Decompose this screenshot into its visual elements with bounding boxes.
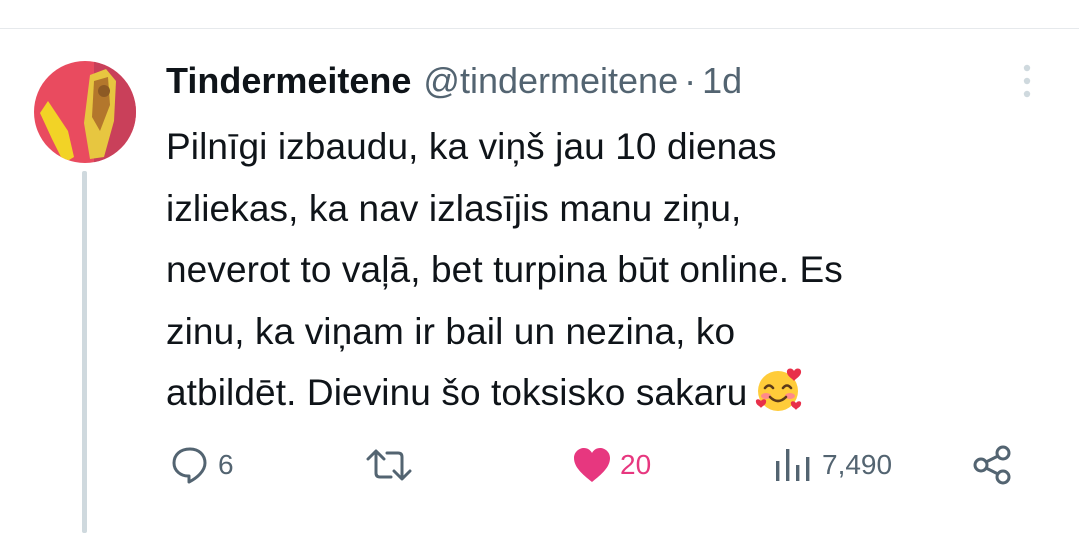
tweet-text-line: Pilnīgi izbaudu, ka viņš jau 10 dienas [166,126,777,167]
reply-icon [172,447,207,484]
tweet-text-line-last: atbildēt. Dievinu šo toksisko sakaru [166,362,1046,432]
retweet-button[interactable] [366,440,420,490]
heart-icon [574,448,610,482]
tweet-text-line: neverot to vaļā, bet turpina būt online.… [166,249,843,290]
tweet-text-line: izliekas, ka nav izlasījis manu ziņu, [166,187,742,229]
share-icon [973,445,1011,485]
smiling-face-with-hearts-icon [754,367,804,432]
display-name[interactable]: Tindermeitene [166,60,411,102]
views-count: 7,490 [822,449,893,480]
reply-button[interactable]: 6 [170,440,234,490]
views-button[interactable]: 7,490 [774,440,892,490]
avatar-image [34,61,136,163]
like-count: 20 [620,449,652,480]
more-vertical-icon [1023,64,1031,98]
tweet-header: Tindermeitene @tindermeitene · 1d [166,60,742,104]
timestamp[interactable]: 1d [702,60,742,102]
separator-dot: · [684,60,697,101]
tweet-text-line: zinu, ka viņam ir bail un nezina, ko [166,310,736,352]
more-options-button[interactable] [1015,64,1039,98]
top-divider [0,28,1079,29]
reply-count: 6 [218,449,234,480]
retweet-icon [366,449,412,481]
tweet-text-line: atbildēt. Dievinu šo toksisko sakaru [166,372,748,413]
tweet-text: Pilnīgi izbaudu, ka viņš jau 10 dienas i… [166,116,1046,432]
share-button[interactable] [972,440,1014,490]
views-icon [776,449,810,481]
tweet-actions: 6 20 7,490 [0,440,1079,490]
like-button[interactable]: 20 [572,440,651,490]
user-handle[interactable]: @tindermeitene [423,60,678,102]
avatar[interactable] [34,61,136,163]
